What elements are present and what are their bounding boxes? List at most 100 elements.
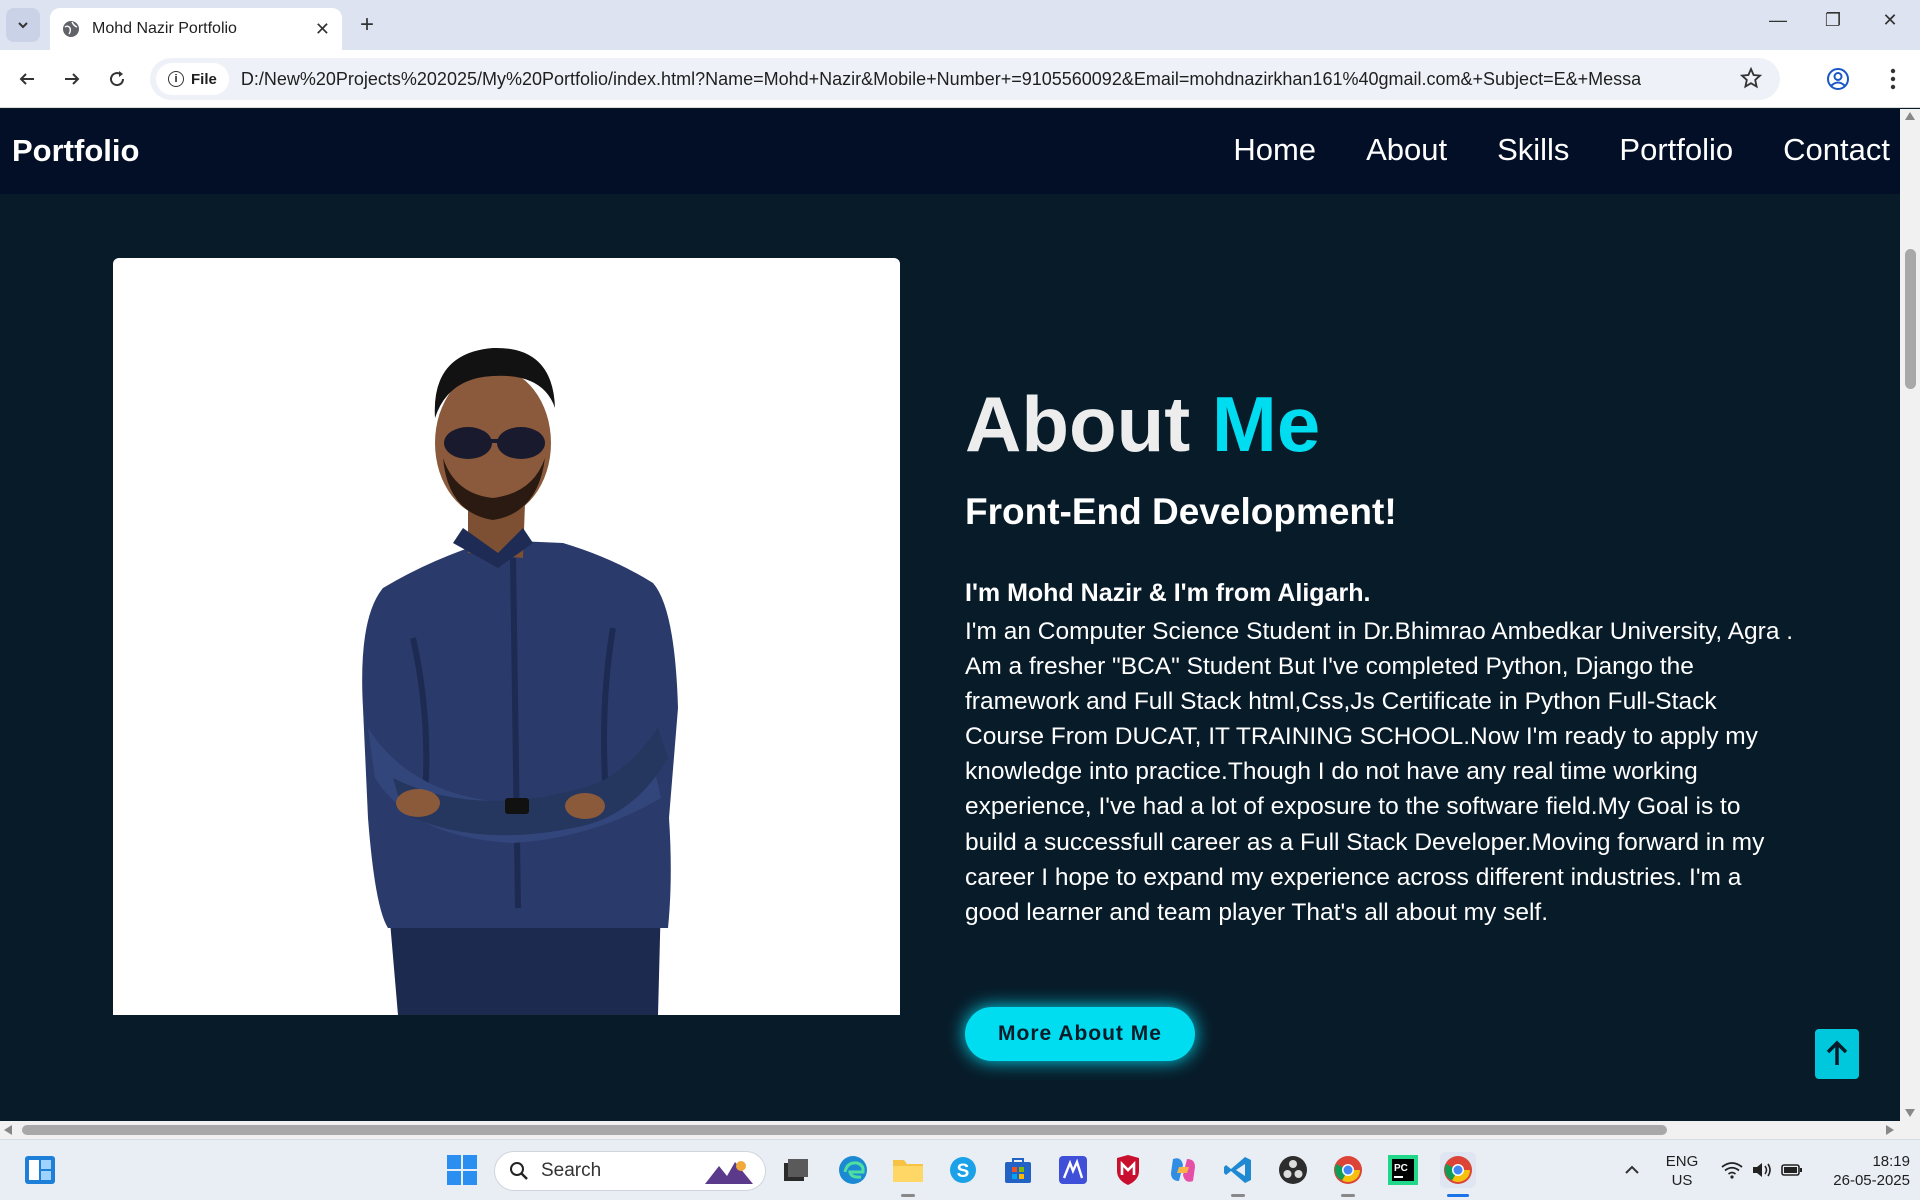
profile-button[interactable] <box>1823 64 1853 94</box>
language-indicator[interactable]: ENG US <box>1662 1152 1702 1190</box>
obs-icon <box>1279 1156 1307 1184</box>
obs-button[interactable] <box>1275 1152 1311 1188</box>
system-status-button[interactable] <box>1712 1152 1812 1188</box>
scroll-right-arrow-icon[interactable] <box>1886 1125 1894 1135</box>
restore-button[interactable]: ❐ <box>1813 10 1853 31</box>
site-header: Portfolio Home About Skills Portfolio Co… <box>0 109 1900 194</box>
address-bar[interactable]: i File D:/New%20Projects%202025/My%20Por… <box>150 58 1780 100</box>
store-icon <box>1005 1158 1031 1183</box>
forward-button[interactable] <box>57 64 87 94</box>
kebab-menu-icon <box>1890 68 1896 90</box>
page-viewport: Portfolio Home About Skills Portfolio Co… <box>0 109 1900 1121</box>
about-heading-word: About <box>965 380 1191 468</box>
edge-button[interactable] <box>835 1152 871 1188</box>
nav-home[interactable]: Home <box>1233 132 1316 168</box>
vertical-scrollbar[interactable] <box>1900 109 1920 1121</box>
horizontal-scroll-thumb[interactable] <box>22 1125 1667 1135</box>
search-icon <box>510 1162 528 1180</box>
profile-photo <box>113 258 900 1015</box>
chrome-active-button[interactable] <box>1440 1152 1476 1188</box>
scrollbar-corner <box>1900 1121 1920 1139</box>
volume-icon <box>1753 1163 1771 1177</box>
about-heading: About Me <box>965 379 1320 470</box>
taskbar-search[interactable]: Search <box>494 1151 766 1191</box>
file-explorer-button[interactable] <box>890 1152 926 1188</box>
vscode-icon <box>1224 1157 1251 1183</box>
search-placeholder: Search <box>541 1160 602 1181</box>
tab-search-button[interactable] <box>6 8 40 42</box>
task-view-icon <box>784 1159 808 1181</box>
clock-date: 26-05-2025 <box>1833 1172 1910 1189</box>
site-info-chip[interactable]: i File <box>156 63 229 95</box>
about-heading-accent: Me <box>1211 380 1321 468</box>
nav-skills[interactable]: Skills <box>1497 132 1569 168</box>
reload-button[interactable] <box>102 64 132 94</box>
start-button[interactable] <box>444 1152 480 1188</box>
copilot-icon <box>1171 1158 1195 1182</box>
battery-icon <box>1781 1164 1802 1176</box>
mcafee-button[interactable] <box>1110 1152 1146 1188</box>
menu-button[interactable] <box>1878 64 1908 94</box>
browser-toolbar: i File D:/New%20Projects%202025/My%20Por… <box>0 50 1920 108</box>
chip-label: File <box>191 70 217 88</box>
close-tab-icon[interactable]: ✕ <box>315 19 330 40</box>
svg-text:S: S <box>957 1161 970 1182</box>
browser-tab[interactable]: Mohd Nazir Portfolio ✕ <box>50 8 342 50</box>
horizontal-scrollbar[interactable] <box>0 1121 1900 1139</box>
stylized-m-app-icon <box>1059 1156 1087 1184</box>
windows-logo-icon <box>447 1155 477 1185</box>
scroll-up-arrow-icon[interactable] <box>1905 112 1915 120</box>
chevron-up-icon <box>1625 1165 1639 1174</box>
edge-icon <box>839 1156 867 1184</box>
nav-about[interactable]: About <box>1366 132 1447 168</box>
vertical-scroll-thumb[interactable] <box>1905 249 1916 389</box>
pycharm-icon: PC <box>1388 1155 1418 1185</box>
profile-icon <box>1827 68 1849 90</box>
clock-time: 18:19 <box>1872 1153 1910 1170</box>
store-button[interactable] <box>1000 1152 1036 1188</box>
nav-contact[interactable]: Contact <box>1783 132 1890 168</box>
site-logo[interactable]: Portfolio <box>12 133 139 169</box>
tab-title: Mohd Nazir Portfolio <box>92 20 237 37</box>
scroll-down-arrow-icon[interactable] <box>1905 1109 1915 1117</box>
pycharm-button[interactable]: PC <box>1385 1152 1421 1188</box>
chrome-icon <box>1334 1156 1362 1184</box>
skype-icon: S <box>950 1157 976 1183</box>
explorer-running-indicator <box>901 1194 915 1197</box>
close-window-button[interactable]: ✕ <box>1870 10 1910 31</box>
skype-button[interactable]: S <box>945 1152 981 1188</box>
folder-icon <box>893 1160 923 1182</box>
task-view-button[interactable] <box>778 1152 814 1188</box>
active-window-indicator <box>1447 1194 1469 1197</box>
chrome-icon <box>1444 1156 1472 1184</box>
vscode-button[interactable] <box>1220 1152 1256 1188</box>
widgets-button[interactable] <box>22 1152 58 1188</box>
bookmark-star-icon[interactable] <box>1740 67 1762 89</box>
minimize-button[interactable]: — <box>1758 10 1798 31</box>
browser-tab-bar: Mohd Nazir Portfolio ✕ + — ❐ ✕ <box>0 0 1920 50</box>
chrome-running-indicator <box>1341 1194 1355 1197</box>
more-about-me-button[interactable]: More About Me <box>965 1007 1195 1061</box>
region-code: US <box>1671 1172 1693 1189</box>
scroll-left-arrow-icon[interactable] <box>4 1125 12 1135</box>
clock[interactable]: 18:19 26-05-2025 <box>1810 1152 1910 1190</box>
about-subtitle: Front-End Development! <box>965 491 1397 532</box>
reload-icon <box>110 71 125 87</box>
app-m-button[interactable] <box>1055 1152 1091 1188</box>
new-tab-button[interactable]: + <box>352 10 382 40</box>
arrow-up-icon <box>1826 1040 1848 1065</box>
url-text[interactable]: D:/New%20Projects%202025/My%20Portfolio/… <box>241 69 1641 90</box>
globe-icon <box>63 21 79 37</box>
svg-text:PC: PC <box>1394 1163 1408 1174</box>
chrome-button[interactable] <box>1330 1152 1366 1188</box>
person-illustration <box>362 347 678 1015</box>
back-button[interactable] <box>12 64 42 94</box>
widgets-icon <box>25 1156 55 1184</box>
show-hidden-icons-button[interactable] <box>1614 1152 1650 1188</box>
nav-portfolio[interactable]: Portfolio <box>1619 132 1733 168</box>
info-icon: i <box>168 71 184 87</box>
scroll-to-top-button[interactable] <box>1815 1029 1859 1079</box>
copilot-button[interactable] <box>1165 1152 1201 1188</box>
about-intro: I'm Mohd Nazir & I'm from Aligarh. <box>965 579 1371 607</box>
search-highlight-icon <box>705 1161 753 1184</box>
